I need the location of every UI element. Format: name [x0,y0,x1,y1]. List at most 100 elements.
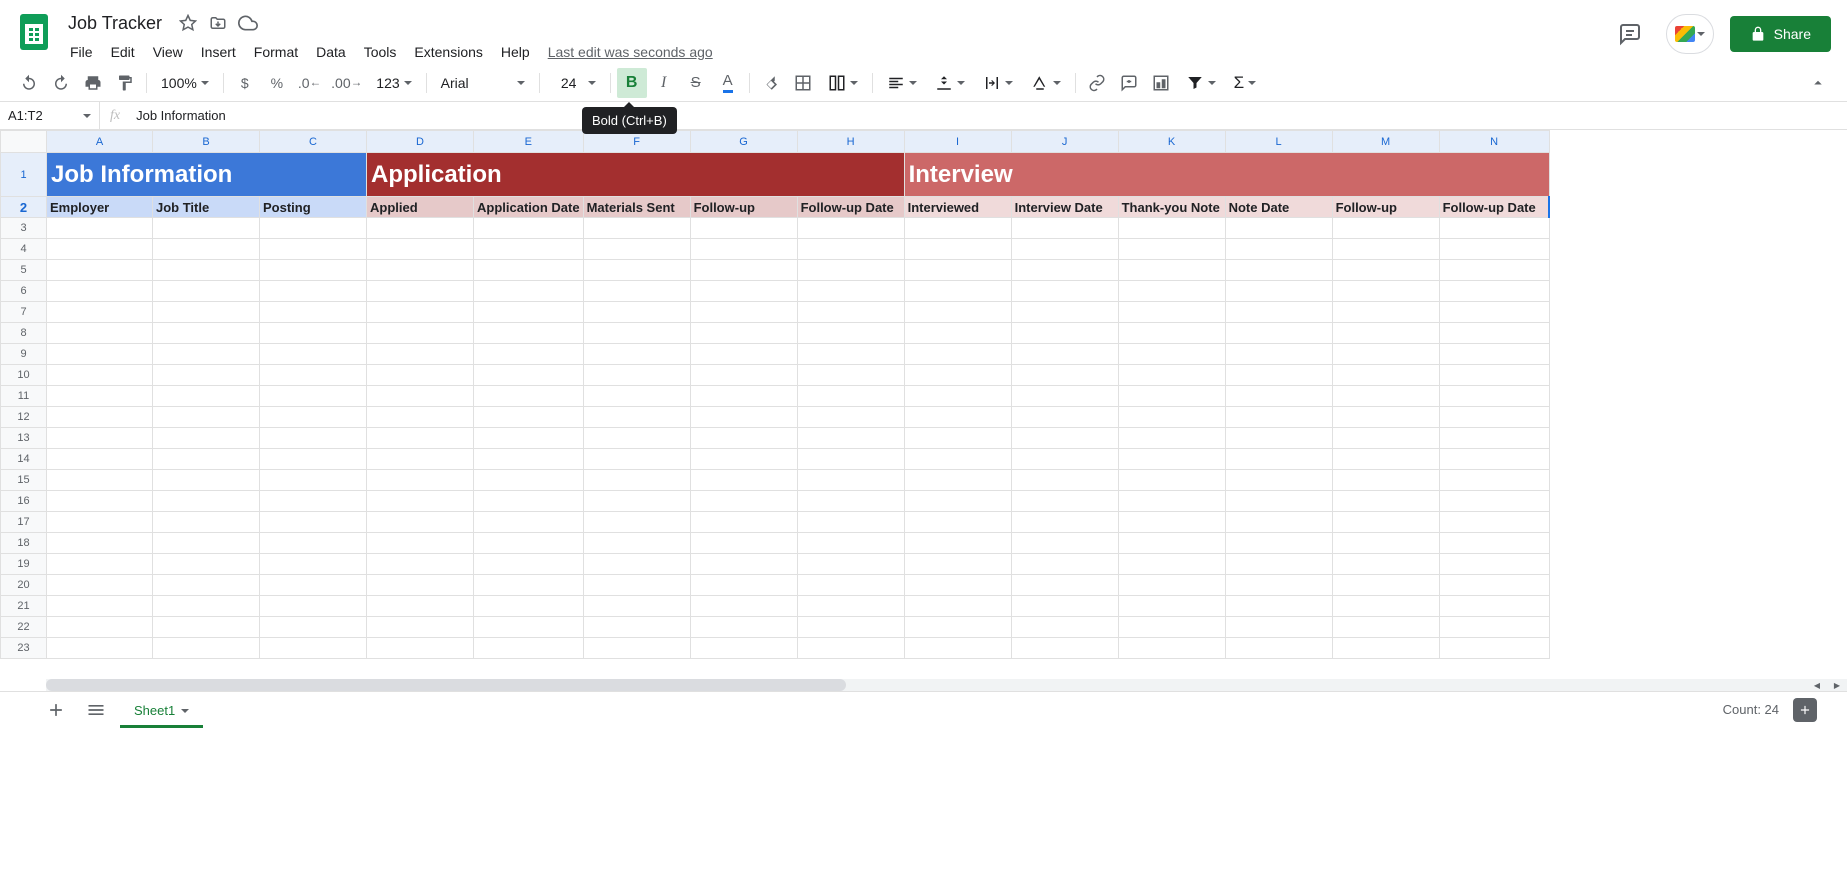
cell[interactable] [904,596,1011,617]
row-header-7[interactable]: 7 [1,302,47,323]
cell[interactable] [260,281,367,302]
more-formats-button[interactable]: 123 [368,68,419,98]
column-header-cell[interactable]: Follow-up Date [1439,197,1549,218]
col-header-J[interactable]: J [1011,131,1118,153]
cell[interactable] [904,533,1011,554]
cell[interactable] [367,281,474,302]
cell[interactable] [1332,407,1439,428]
cell[interactable] [1332,260,1439,281]
cell[interactable] [1011,554,1118,575]
cell[interactable] [153,344,260,365]
cell[interactable] [1332,449,1439,470]
cell[interactable] [474,470,584,491]
cell[interactable] [583,638,690,659]
decrease-decimal-button[interactable]: .0← [294,68,325,98]
cell[interactable] [474,491,584,512]
cell[interactable] [690,239,797,260]
row-header-14[interactable]: 14 [1,449,47,470]
cell[interactable] [797,491,904,512]
cell[interactable] [47,596,153,617]
cell[interactable] [1225,365,1332,386]
cell[interactable] [1011,638,1118,659]
column-header-cell[interactable]: Job Title [153,197,260,218]
cell[interactable] [367,575,474,596]
cell[interactable] [904,491,1011,512]
cell[interactable] [153,428,260,449]
cell[interactable] [690,491,797,512]
cell[interactable] [1225,260,1332,281]
cell[interactable] [47,449,153,470]
cell[interactable] [1011,218,1118,239]
cell[interactable] [1332,428,1439,449]
percent-button[interactable]: % [262,68,292,98]
cell[interactable] [690,638,797,659]
cell[interactable] [1332,470,1439,491]
cell[interactable] [1332,617,1439,638]
cell[interactable] [1118,554,1225,575]
row-header-2[interactable]: 2 [1,197,47,218]
row-header-23[interactable]: 23 [1,638,47,659]
cell[interactable] [797,575,904,596]
cell[interactable] [367,554,474,575]
cell[interactable] [583,449,690,470]
cell[interactable] [367,407,474,428]
section-header[interactable]: Interview [904,153,1549,197]
cell[interactable] [1118,638,1225,659]
cell[interactable] [474,239,584,260]
cell[interactable] [367,218,474,239]
redo-button[interactable] [46,68,76,98]
cell[interactable] [1011,575,1118,596]
cell[interactable] [690,554,797,575]
menu-view[interactable]: View [145,40,191,64]
cell[interactable] [1225,470,1332,491]
explore-button[interactable] [1793,698,1817,722]
cell[interactable] [1118,407,1225,428]
cell[interactable] [583,281,690,302]
row-header-6[interactable]: 6 [1,281,47,302]
cell[interactable] [1439,491,1549,512]
cell[interactable] [1118,533,1225,554]
cell[interactable] [1225,218,1332,239]
cell[interactable] [1225,533,1332,554]
section-header[interactable]: Job Information [47,153,367,197]
cell[interactable] [47,386,153,407]
cell[interactable] [260,428,367,449]
cell[interactable] [904,260,1011,281]
cell[interactable] [690,365,797,386]
cell[interactable] [1225,281,1332,302]
cell[interactable] [153,638,260,659]
cell[interactable] [153,491,260,512]
cell[interactable] [367,596,474,617]
cell[interactable] [797,470,904,491]
row-header-16[interactable]: 16 [1,491,47,512]
cell[interactable] [1332,344,1439,365]
cell[interactable] [797,533,904,554]
cell[interactable] [583,617,690,638]
cell[interactable] [1011,407,1118,428]
cell[interactable] [1439,386,1549,407]
cell[interactable] [474,449,584,470]
row-header-22[interactable]: 22 [1,617,47,638]
cell[interactable] [690,533,797,554]
cell[interactable] [47,365,153,386]
cell[interactable] [797,260,904,281]
cell[interactable] [797,281,904,302]
menu-edit[interactable]: Edit [103,40,143,64]
cell[interactable] [47,407,153,428]
cell[interactable] [1225,449,1332,470]
cell[interactable] [904,407,1011,428]
col-header-E[interactable]: E [474,131,584,153]
cell[interactable] [690,617,797,638]
cell[interactable] [1332,365,1439,386]
cell[interactable] [260,512,367,533]
bold-button[interactable]: B [617,68,647,98]
cell[interactable] [1439,596,1549,617]
cell[interactable] [367,512,474,533]
cell[interactable] [474,281,584,302]
h-scrollbar[interactable] [46,679,1827,691]
cell[interactable] [583,512,690,533]
cell[interactable] [583,554,690,575]
comments-icon[interactable] [1610,14,1650,54]
cell[interactable] [1439,281,1549,302]
cell[interactable] [367,638,474,659]
